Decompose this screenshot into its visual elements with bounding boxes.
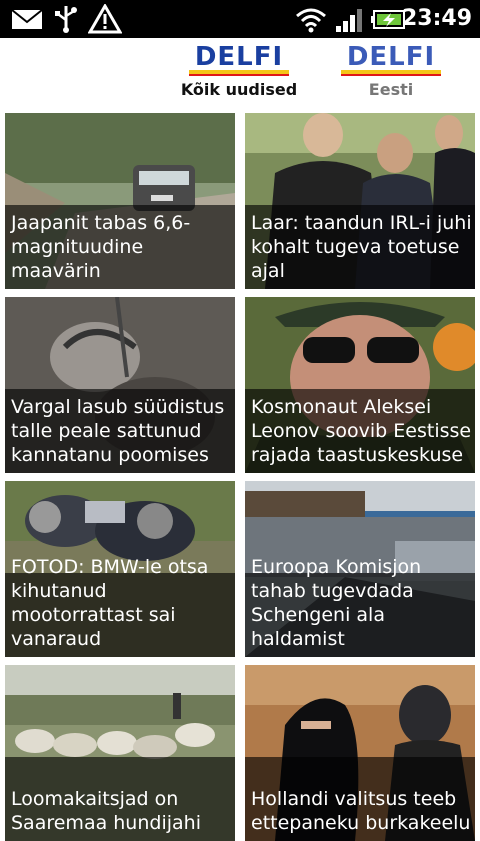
tab-bar: DELFI Kõik uudised DELFI Eesti [0,38,480,107]
news-card[interactable]: Laar: taandun IRL-i juhi kohalt tugeva t… [245,113,475,289]
warning-icon [88,4,122,34]
news-title: Kosmonaut Aleksei Leonov soovib Eestisse… [251,396,472,466]
clock: 23:49 [401,6,472,31]
news-title: Laar: taandun IRL-i juhi kohalt tugeva t… [251,212,472,282]
tab-eesti[interactable]: DELFI Eesti [326,44,456,102]
tab-label: Kõik uudised [180,80,298,99]
tab-label: Eesti [368,80,414,99]
wifi-icon [296,8,326,33]
news-title: Loomakaitsjad on Saaremaa hundijahi [11,788,201,834]
delfi-logo: DELFI [194,42,284,72]
signal-icon [336,9,362,32]
news-card[interactable]: Vargal lasub süüdistus talle peale sattu… [5,297,235,473]
news-title: Euroopa Komisjon tahab tugevdada Schenge… [251,556,422,650]
news-title: Hollandi valitsus teeb ettepaneku burkak… [251,788,471,834]
news-card[interactable]: Hollandi valitsus teeb ettepaneku burkak… [245,665,475,841]
delfi-logo: DELFI [346,42,436,72]
news-title: Vargal lasub süüdistus talle peale sattu… [11,396,225,466]
news-title: FOTOD: BMW-le otsa kihutanud mootorratta… [11,556,209,650]
status-bar: 23:49 [0,0,480,38]
news-card[interactable]: Jaapanit tabas 6,6-magnituudine maavärin [5,113,235,289]
news-card[interactable]: Euroopa Komisjon tahab tugevdada Schenge… [245,481,475,657]
news-grid: Jaapanit tabas 6,6-magnituudine maavärin… [0,106,480,841]
news-card[interactable]: Kosmonaut Aleksei Leonov soovib Eestisse… [245,297,475,473]
mail-icon [11,9,43,29]
news-card[interactable]: FOTOD: BMW-le otsa kihutanud mootorratta… [5,481,235,657]
tab-koik-uudised[interactable]: DELFI Kõik uudised [174,44,304,102]
news-title: Jaapanit tabas 6,6-magnituudine maavärin [11,212,191,282]
usb-icon [55,6,77,33]
news-card[interactable]: Loomakaitsjad on Saaremaa hundijahi [5,665,235,841]
